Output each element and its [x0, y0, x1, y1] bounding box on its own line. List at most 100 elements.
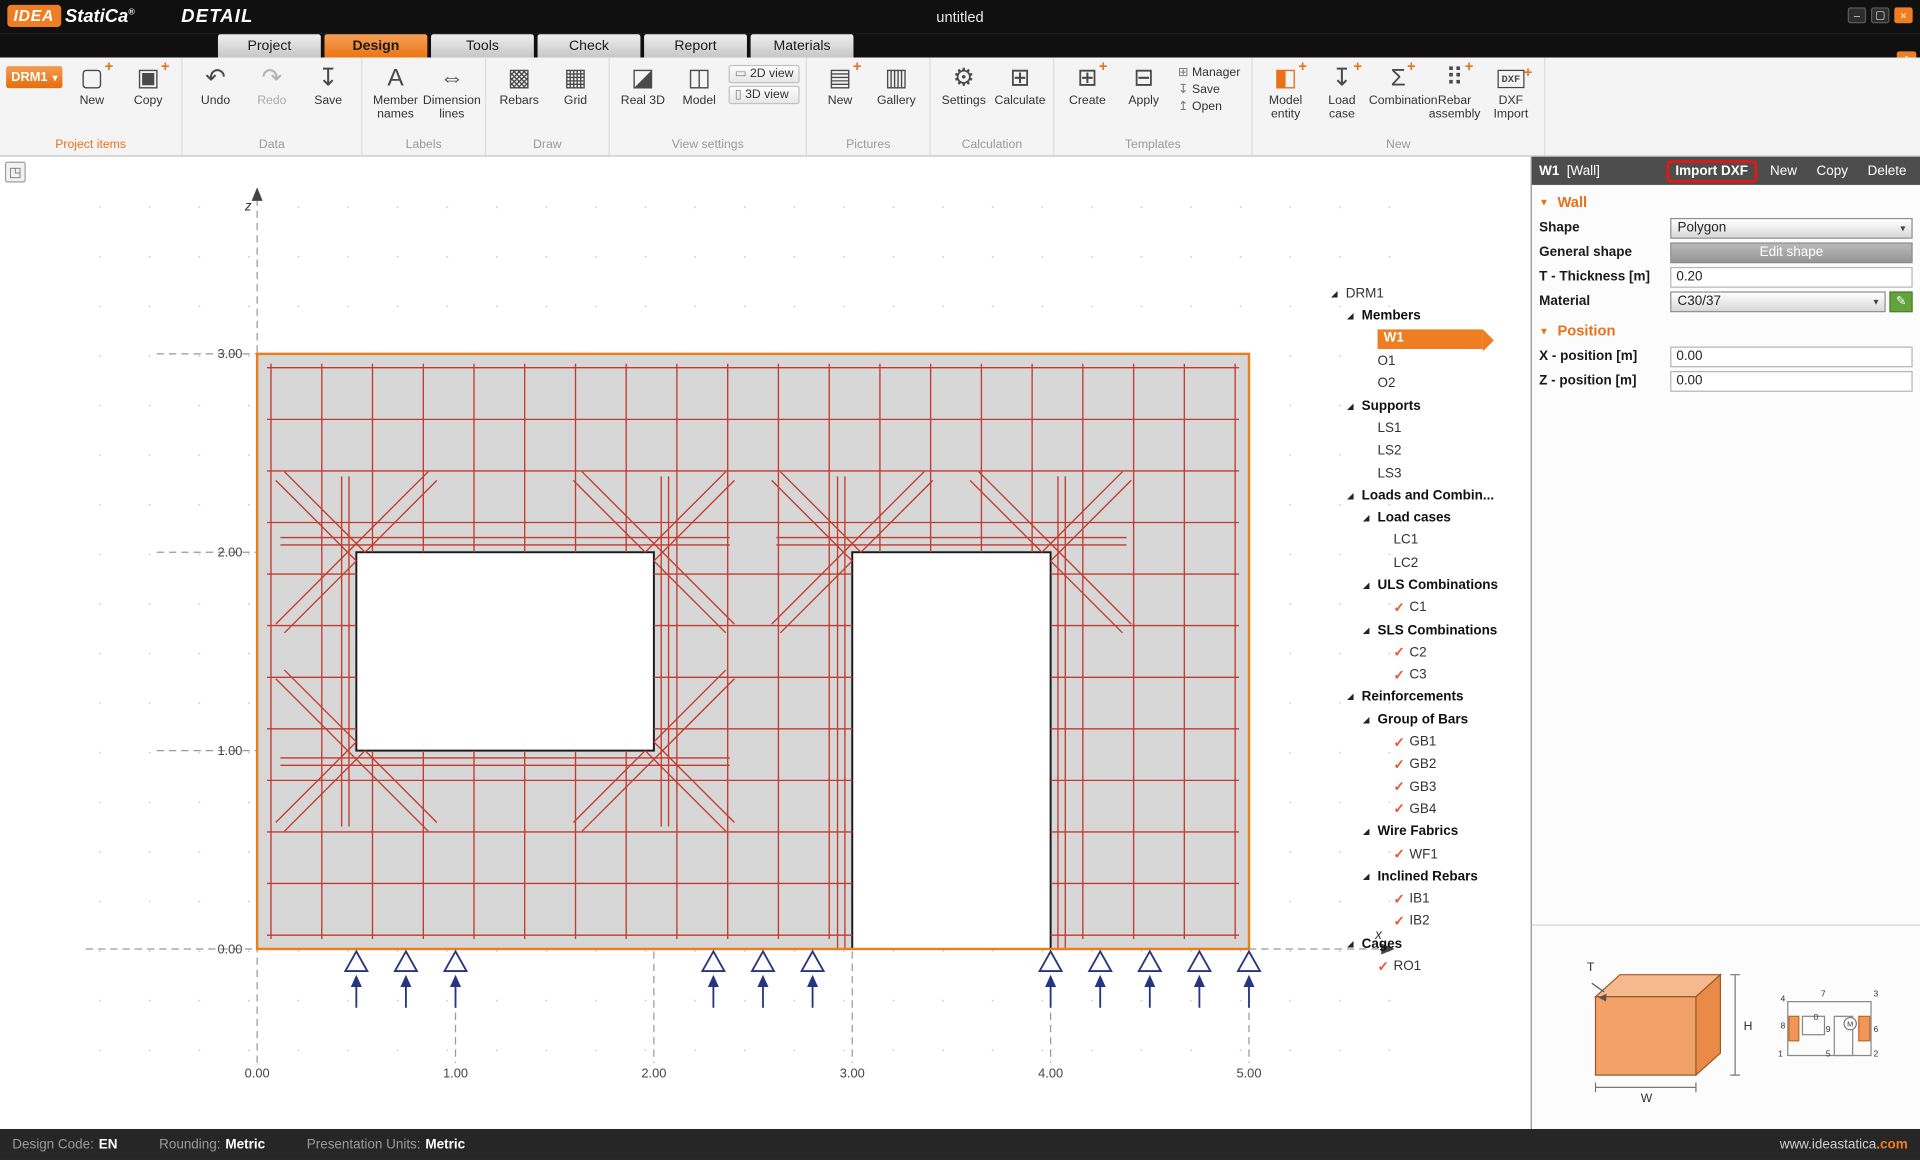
- tree-item-gb4[interactable]: ✓GB4: [1329, 798, 1527, 820]
- tree-item-reinforcements[interactable]: ◢Reinforcements: [1329, 686, 1527, 708]
- fit-view-button[interactable]: ◳: [5, 162, 26, 183]
- tree-item-c3[interactable]: ✓C3: [1329, 664, 1527, 686]
- edit-shape-button[interactable]: Edit shape: [1670, 242, 1912, 263]
- position-section-header[interactable]: ▼ Position: [1532, 313, 1920, 344]
- ribbon-button-grid[interactable]: ▦Grid: [549, 60, 603, 108]
- tree-item-ls3[interactable]: LS3: [1329, 462, 1527, 484]
- ribbon-button-gallery[interactable]: ▥Gallery: [869, 60, 923, 108]
- import-dxf-button[interactable]: Import DXF: [1667, 160, 1757, 182]
- tab-tools[interactable]: Tools: [431, 34, 534, 57]
- ribbon-button-calculate[interactable]: ⊞Calculate: [993, 60, 1047, 108]
- tab-materials[interactable]: Materials: [751, 34, 854, 57]
- ribbon-button-save[interactable]: ↧Save: [1173, 82, 1245, 98]
- checkmark-icon[interactable]: ✓: [1393, 734, 1409, 750]
- ribbon-button-undo[interactable]: ↶Undo: [189, 60, 243, 108]
- wall-section-header[interactable]: ▼ Wall: [1532, 185, 1920, 216]
- copy-wall-button[interactable]: Copy: [1810, 162, 1854, 179]
- ribbon-button-save[interactable]: ↧Save: [301, 60, 355, 108]
- tree-item-lc2[interactable]: LC2: [1329, 552, 1527, 574]
- canvas-area[interactable]: ◳ zx0.001.002.003.004.005.000.001.002.00…: [0, 157, 1531, 1129]
- ribbon-button-3d-view[interactable]: ▯3D view: [729, 86, 800, 104]
- ribbon-button-new[interactable]: ▤New: [813, 60, 867, 108]
- tree-item-gb1[interactable]: ✓GB1: [1329, 731, 1527, 753]
- checkmark-icon[interactable]: ✓: [1393, 846, 1409, 862]
- tree-expander-icon[interactable]: ◢: [1347, 692, 1362, 702]
- ribbon-button-copy[interactable]: ▣Copy: [121, 60, 175, 108]
- ribbon-button-settings[interactable]: ⚙Settings: [937, 60, 991, 108]
- tree-expander-icon[interactable]: ◢: [1331, 289, 1346, 299]
- ribbon-button-dimension-lines[interactable]: ⇔Dimension lines: [425, 60, 479, 121]
- tab-design[interactable]: Design: [324, 34, 427, 57]
- thickness-input[interactable]: 0.20: [1670, 266, 1912, 287]
- ribbon-button-model[interactable]: ◫Model: [672, 60, 726, 108]
- tree-item-load-cases[interactable]: ◢Load cases: [1329, 507, 1527, 529]
- tree-item-inclined-rebars[interactable]: ◢Inclined Rebars: [1329, 865, 1527, 887]
- ribbon-button-2d-view[interactable]: ▭2D view: [729, 65, 800, 83]
- maximize-button[interactable]: ▢: [1871, 7, 1889, 23]
- tree-item-ls1[interactable]: LS1: [1329, 417, 1527, 439]
- tab-project[interactable]: Project: [218, 34, 321, 57]
- tree-expander-icon[interactable]: ◢: [1363, 580, 1378, 590]
- checkmark-icon[interactable]: ✓: [1393, 801, 1409, 817]
- checkmark-icon[interactable]: ✓: [1393, 667, 1409, 683]
- tree-item-ls2[interactable]: LS2: [1329, 440, 1527, 462]
- z-position-input[interactable]: 0.00: [1670, 370, 1912, 391]
- tree-item-sls-combinations[interactable]: ◢SLS Combinations: [1329, 619, 1527, 641]
- close-button[interactable]: ×: [1894, 7, 1912, 23]
- tree-item-c2[interactable]: ✓C2: [1329, 641, 1527, 663]
- ribbon-button-new[interactable]: ▢New: [65, 60, 119, 108]
- tree-expander-icon[interactable]: ◢: [1363, 872, 1378, 882]
- delete-wall-button[interactable]: Delete: [1861, 162, 1912, 179]
- tree-item-cages[interactable]: ◢Cages: [1329, 933, 1527, 955]
- checkmark-icon[interactable]: ✓: [1393, 913, 1409, 929]
- ribbon-button-combination[interactable]: ΣCombination: [1371, 60, 1425, 108]
- tree-item-supports[interactable]: ◢Supports: [1329, 395, 1527, 417]
- tree-expander-icon[interactable]: ◢: [1363, 715, 1378, 725]
- tree-expander-icon[interactable]: ◢: [1347, 491, 1362, 501]
- tree-item-w1[interactable]: W1: [1329, 328, 1527, 350]
- tree-item-gb2[interactable]: ✓GB2: [1329, 753, 1527, 775]
- website-link[interactable]: www.ideastatica.com: [1780, 1137, 1908, 1152]
- minimize-button[interactable]: –: [1848, 7, 1866, 23]
- checkmark-icon[interactable]: ✓: [1393, 891, 1409, 907]
- tree-item-lc1[interactable]: LC1: [1329, 529, 1527, 551]
- ribbon-button-load-case[interactable]: ↧Load case: [1315, 60, 1369, 121]
- new-wall-button[interactable]: New: [1764, 162, 1803, 179]
- tree-item-members[interactable]: ◢Members: [1329, 305, 1527, 327]
- tree-expander-icon[interactable]: ◢: [1347, 401, 1362, 411]
- edit-material-button[interactable]: ✎: [1889, 291, 1912, 312]
- tree-item-o1[interactable]: O1: [1329, 350, 1527, 372]
- ribbon-button-manager[interactable]: ⊞Manager: [1173, 65, 1245, 81]
- ribbon-button-real-3d[interactable]: ◪Real 3D: [616, 60, 670, 108]
- active-project-item-selector[interactable]: DRM1▾: [6, 66, 62, 88]
- checkmark-icon[interactable]: ✓: [1393, 757, 1409, 773]
- tree-item-uls-combinations[interactable]: ◢ULS Combinations: [1329, 574, 1527, 596]
- tree-item-ro1[interactable]: ✓RO1: [1329, 955, 1527, 977]
- tree-item-loads-and-combin[interactable]: ◢Loads and Combin...: [1329, 484, 1527, 506]
- tree-expander-icon[interactable]: ◢: [1363, 827, 1378, 837]
- tree-item-drm1[interactable]: ◢DRM1: [1329, 283, 1527, 305]
- checkmark-icon[interactable]: ✓: [1393, 600, 1409, 616]
- tree-item-c1[interactable]: ✓C1: [1329, 597, 1527, 619]
- tree-item-wf1[interactable]: ✓WF1: [1329, 843, 1527, 865]
- material-dropdown[interactable]: C30/37 ▾: [1670, 291, 1886, 312]
- ribbon-button-member-names[interactable]: AMember names: [369, 60, 423, 121]
- ribbon-button-apply[interactable]: ⊟Apply: [1117, 60, 1171, 108]
- ribbon-button-dxf-import[interactable]: DXFDXF Import: [1484, 60, 1538, 121]
- tree-expander-icon[interactable]: ◢: [1363, 513, 1378, 523]
- tab-report[interactable]: Report: [644, 34, 747, 57]
- tree-expander-icon[interactable]: ◢: [1347, 312, 1362, 322]
- tree-item-wire-fabrics[interactable]: ◢Wire Fabrics: [1329, 821, 1527, 843]
- tree-item-ib1[interactable]: ✓IB1: [1329, 888, 1527, 910]
- tree-expander-icon[interactable]: ◢: [1363, 625, 1378, 635]
- ribbon-button-open[interactable]: ↥Open: [1173, 99, 1245, 115]
- ribbon-button-rebar-assembly[interactable]: ⠿Rebar assembly: [1428, 60, 1482, 121]
- ribbon-button-rebars[interactable]: ▩Rebars: [492, 60, 546, 108]
- tree-item-ib2[interactable]: ✓IB2: [1329, 910, 1527, 932]
- tree-item-group-of-bars[interactable]: ◢Group of Bars: [1329, 709, 1527, 731]
- checkmark-icon[interactable]: ✓: [1393, 645, 1409, 661]
- tree-expander-icon[interactable]: ◢: [1347, 939, 1362, 949]
- ribbon-button-create[interactable]: ⊞Create: [1060, 60, 1114, 108]
- checkmark-icon[interactable]: ✓: [1393, 779, 1409, 795]
- tree-item-o2[interactable]: O2: [1329, 372, 1527, 394]
